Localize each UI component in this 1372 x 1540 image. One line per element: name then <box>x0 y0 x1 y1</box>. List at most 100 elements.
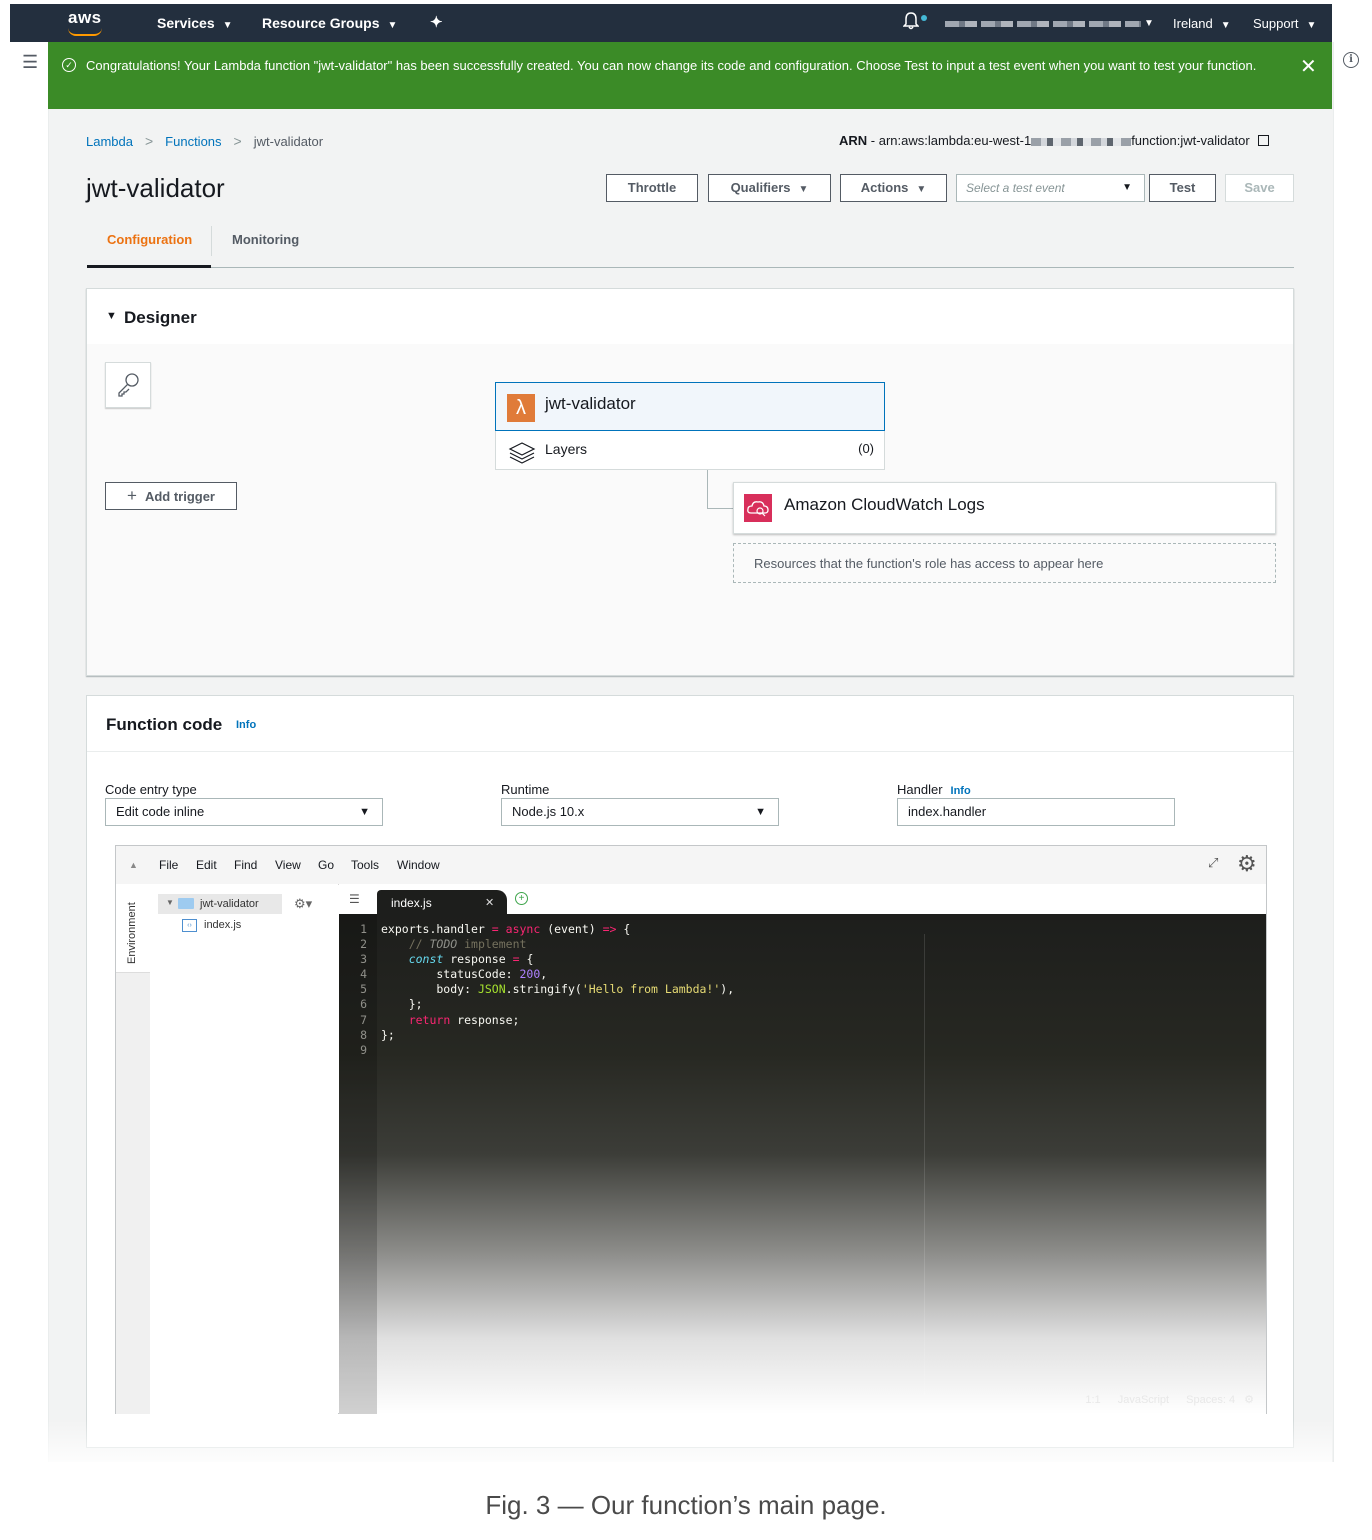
editor-tab-indexjs[interactable]: index.js ✕ <box>377 890 507 914</box>
menu-window[interactable]: Window <box>397 858 440 872</box>
code-entry-type-value: Edit code inline <box>116 804 205 819</box>
line-number: 4 <box>360 967 367 982</box>
designer-panel: ▼ Designer + Add trigger λ jwt-validator … <box>86 288 1294 676</box>
services-menu[interactable]: Services ▼ <box>157 15 233 31</box>
menu-file[interactable]: File <box>159 858 178 872</box>
editor-menubar: ▲ File Edit Find View Go Tools Window ⤢ … <box>116 846 1266 885</box>
cloudwatch-logs-node[interactable]: Amazon CloudWatch Logs <box>733 482 1276 534</box>
folder-icon <box>178 898 194 909</box>
info-icon[interactable]: i <box>1343 52 1359 68</box>
collapse-icon[interactable]: ▲ <box>129 860 138 870</box>
region-menu[interactable]: Ireland ▼ <box>1173 16 1231 31</box>
breadcrumb-lambda[interactable]: Lambda <box>86 134 133 149</box>
gear-icon[interactable]: ⚙ <box>1237 851 1257 877</box>
qualifiers-button[interactable]: Qualifiers ▼ <box>708 174 831 202</box>
region-label: Ireland <box>1173 16 1213 31</box>
function-arn: ARN - arn:aws:lambda:eu-west-1 function:j… <box>839 133 1269 148</box>
add-tab-icon[interactable]: + <box>515 892 528 905</box>
test-event-select[interactable]: Select a test event ▼ <box>956 174 1145 202</box>
save-button[interactable]: Save <box>1225 174 1294 202</box>
permissions-key-box[interactable] <box>105 362 151 408</box>
actions-button[interactable]: Actions ▼ <box>840 174 947 202</box>
line-number: 6 <box>360 997 367 1012</box>
add-trigger-button[interactable]: + Add trigger <box>105 482 237 510</box>
qualifiers-label: Qualifiers <box>730 180 791 195</box>
breadcrumb-functions[interactable]: Functions <box>165 134 221 149</box>
account-menu[interactable] <box>945 21 1141 27</box>
support-label: Support <box>1253 16 1299 31</box>
bell-icon[interactable] <box>902 12 927 32</box>
test-event-placeholder: Select a test event <box>966 181 1065 195</box>
line-number: 7 <box>360 1012 367 1027</box>
copy-icon[interactable] <box>1257 135 1269 146</box>
close-icon[interactable]: ✕ <box>485 896 494 909</box>
line-number: 3 <box>360 952 367 967</box>
actions-label: Actions <box>860 180 909 195</box>
handler-input[interactable]: index.handler <box>897 798 1175 826</box>
function-node-header[interactable]: λ jwt-validator <box>495 382 885 431</box>
triangle-down-icon: ▼ <box>106 310 117 322</box>
gear-icon[interactable]: ⚙▾ <box>294 896 312 912</box>
handler-label: Handler <box>897 782 943 797</box>
menu-go[interactable]: Go <box>318 858 334 872</box>
aws-logo[interactable]: aws <box>68 8 102 36</box>
menu-view[interactable]: View <box>275 858 301 872</box>
tab-monitoring[interactable]: Monitoring <box>232 232 299 247</box>
file-row[interactable]: ‹› index.js <box>182 917 282 935</box>
environment-tab[interactable]: Environment <box>116 884 150 973</box>
layers-icon <box>508 441 536 470</box>
runtime-value: Node.js 10.x <box>512 804 585 819</box>
aws-logo-text: aws <box>68 8 102 27</box>
menu-find[interactable]: Find <box>234 858 257 872</box>
function-node-name: jwt-validator <box>545 394 636 413</box>
file-name: index.js <box>204 919 242 931</box>
arn-suffix: function:jwt-validator <box>1131 133 1250 148</box>
runtime-select[interactable]: Node.js 10.x ▼ <box>501 798 779 826</box>
close-icon[interactable]: ✕ <box>1300 54 1317 79</box>
test-button[interactable]: Test <box>1149 174 1216 202</box>
connector-line <box>707 470 708 508</box>
folder-name: jwt-validator <box>200 898 259 910</box>
figure-caption: Fig. 3 — Our function’s main page. <box>485 1490 887 1520</box>
connector-line <box>707 508 733 509</box>
language-mode[interactable]: JavaScript <box>1118 1394 1169 1406</box>
arn-prefix: - arn:aws:lambda:eu-west-1 <box>867 133 1032 148</box>
menu-icon[interactable]: ☰ <box>22 52 38 73</box>
code-entry-type-select[interactable]: Edit code inline ▼ <box>105 798 383 826</box>
menu-tools[interactable]: Tools <box>351 858 379 872</box>
chevron-right-icon: > <box>233 133 242 149</box>
designer-canvas: + Add trigger λ jwt-validator Layers (0) … <box>87 344 1293 675</box>
top-navigation: aws Services ▼ Resource Groups ▼ ✦ ▼ Irela… <box>10 4 1332 42</box>
banner-message: Congratulations! Your Lambda function "j… <box>86 58 1257 73</box>
editor-tabbar: ☰ index.js ✕ + <box>339 884 1266 914</box>
designer-header[interactable]: ▼ Designer <box>87 289 1293 345</box>
cloudwatch-logs-icon <box>744 494 772 522</box>
layers-label[interactable]: Layers <box>545 441 587 457</box>
function-node[interactable]: λ jwt-validator Layers (0) <box>495 382 885 470</box>
file-tree: ▼ jwt-validator ⚙▾ ‹› index.js <box>150 884 338 1414</box>
indentation-setting[interactable]: Spaces: 4 <box>1186 1394 1235 1406</box>
menu-edit[interactable]: Edit <box>196 858 217 872</box>
handler-info-link[interactable]: Info <box>951 785 971 797</box>
editor-tab-label: index.js <box>391 896 432 910</box>
throttle-button[interactable]: Throttle <box>606 174 698 202</box>
cloudwatch-logs-label: Amazon CloudWatch Logs <box>784 495 985 514</box>
caret-down-icon: ▼ <box>359 806 370 818</box>
gear-icon[interactable]: ⚙ <box>1244 1394 1254 1406</box>
folder-row[interactable]: ▼ jwt-validator <box>158 894 282 914</box>
chevron-down-icon[interactable]: ▼ <box>1144 18 1154 29</box>
code-area[interactable]: 1 exports.handler = async (event) => { 2 … <box>339 914 1266 1414</box>
resource-groups-menu[interactable]: Resource Groups ▼ <box>262 15 397 31</box>
tab-list-icon[interactable]: ☰ <box>349 892 360 906</box>
pin-icon[interactable]: ✦ <box>430 13 443 31</box>
function-code-info-link[interactable]: Info <box>236 719 256 731</box>
breadcrumb: Lambda > Functions > jwt-validator <box>86 133 323 149</box>
chevron-down-icon: ▼ <box>222 20 233 31</box>
line-number: 8 <box>360 1027 367 1042</box>
tab-configuration[interactable]: Configuration <box>107 232 192 247</box>
chevron-down-icon: ▼ <box>387 20 398 31</box>
support-menu[interactable]: Support ▼ <box>1253 16 1316 31</box>
fullscreen-icon[interactable]: ⤢ <box>1208 855 1218 871</box>
function-code-header: Function code Info <box>87 696 1293 752</box>
layers-count: (0) <box>858 441 874 456</box>
